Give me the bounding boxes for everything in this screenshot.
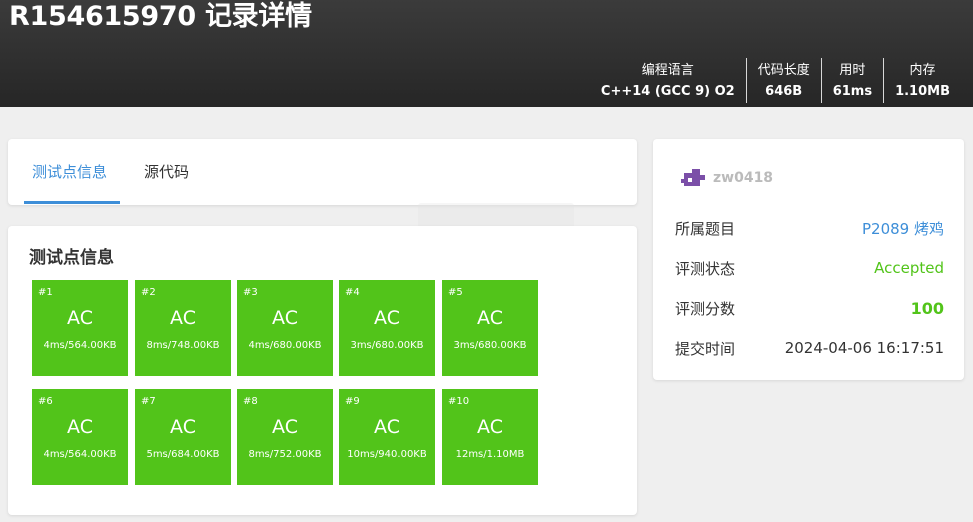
tab-testcases[interactable]: 测试点信息 [32, 139, 107, 205]
testcase-result: AC [477, 307, 503, 329]
testcase-tile[interactable]: #9 AC 10ms/940.00KB [339, 389, 435, 485]
record-info-card: zw0418 所属题目 P2089 烤鸡 评测状态 Accepted 评测分数 … [653, 139, 964, 380]
testcase-result: AC [67, 307, 93, 329]
submit-time-value: 2024-04-06 16:17:51 [784, 339, 944, 357]
stat-label: 代码长度 [757, 63, 810, 78]
info-key: 评测分数 [675, 299, 736, 318]
section-title: 测试点信息 [29, 248, 114, 268]
testcase-info: 12ms/1.10MB [455, 449, 525, 460]
testcase-result: AC [374, 416, 400, 438]
testcase-tile[interactable]: #3 AC 4ms/680.00KB [237, 280, 333, 376]
stat-value: 1.10MB [895, 84, 950, 99]
testcase-number: #2 [141, 287, 156, 298]
testcase-info: 4ms/564.00KB [43, 449, 117, 460]
user-info[interactable]: zw0418 [681, 167, 773, 189]
problem-link[interactable]: P2089 烤鸡 [862, 218, 944, 239]
info-key: 提交时间 [675, 339, 736, 358]
info-row-status: 评测状态 Accepted [675, 256, 944, 280]
stat-value: C++14 (GCC 9) O2 [600, 84, 735, 99]
testcase-result: AC [67, 416, 93, 438]
info-row-score: 评测分数 100 [675, 296, 944, 320]
testcase-number: #8 [243, 396, 258, 407]
testcase-info: 4ms/564.00KB [43, 340, 117, 351]
testcase-info: 5ms/684.00KB [146, 449, 220, 460]
info-key: 评测状态 [675, 259, 736, 278]
testcases-card: 测试点信息 #1 AC 4ms/564.00KB #2 AC 8ms/748.0… [8, 226, 637, 515]
testcase-info: 3ms/680.00KB [453, 340, 527, 351]
testcase-info: 4ms/680.00KB [248, 340, 322, 351]
score-value: 100 [910, 298, 944, 318]
testcase-tile[interactable]: #4 AC 3ms/680.00KB [339, 280, 435, 376]
testcase-number: #7 [141, 396, 156, 407]
testcase-result: AC [272, 307, 298, 329]
record-stats: 编程语言 C++14 (GCC 9) O2 代码长度 646B 用时 61ms … [601, 58, 961, 103]
testcase-number: #3 [243, 287, 258, 298]
testcase-tile[interactable]: #7 AC 5ms/684.00KB [135, 389, 231, 485]
page-header: R154615970 记录详情 编程语言 C++14 (GCC 9) O2 代码… [0, 0, 973, 107]
stat-label: 用时 [839, 63, 866, 78]
username-link[interactable]: zw0418 [713, 170, 773, 186]
tab-source-code[interactable]: 源代码 [144, 139, 189, 205]
stat-value: 61ms [832, 84, 873, 99]
testcase-tile[interactable]: #5 AC 3ms/680.00KB [442, 280, 538, 376]
stat-code-length: 代码长度 646B [745, 58, 821, 103]
testcase-tile[interactable]: #1 AC 4ms/564.00KB [32, 280, 128, 376]
stat-label: 编程语言 [641, 63, 694, 78]
testcase-tile[interactable]: #2 AC 8ms/748.00KB [135, 280, 231, 376]
testcase-number: #5 [448, 287, 463, 298]
stat-value: 646B [765, 84, 803, 99]
testcase-result: AC [170, 416, 196, 438]
testcase-result: AC [272, 416, 298, 438]
info-key: 所属题目 [675, 219, 736, 238]
active-tab-indicator [24, 201, 120, 204]
stat-language: 编程语言 C++14 (GCC 9) O2 [601, 58, 746, 103]
testcase-result: AC [477, 416, 503, 438]
page-title: R154615970 记录详情 [9, 1, 312, 32]
testcase-number: #1 [38, 287, 53, 298]
info-row-problem: 所属题目 P2089 烤鸡 [675, 216, 944, 240]
testcase-tile[interactable]: #8 AC 8ms/752.00KB [237, 389, 333, 485]
testcase-result: AC [170, 307, 196, 329]
testcase-info: 8ms/748.00KB [146, 340, 220, 351]
testcase-number: #9 [345, 396, 360, 407]
testcase-tile[interactable]: #6 AC 4ms/564.00KB [32, 389, 128, 485]
testcase-number: #10 [448, 396, 470, 407]
stat-label: 内存 [909, 63, 936, 78]
testcase-number: #6 [38, 396, 53, 407]
testcase-result: AC [374, 307, 400, 329]
testcase-info: 3ms/680.00KB [350, 340, 424, 351]
tabs-card: 测试点信息 源代码 [8, 139, 637, 205]
status-value: Accepted [874, 259, 944, 277]
testcase-info: 8ms/752.00KB [248, 449, 322, 460]
stat-time: 用时 61ms [820, 58, 883, 103]
info-row-submit-time: 提交时间 2024-04-06 16:17:51 [675, 336, 944, 360]
testcase-number: #4 [345, 287, 360, 298]
testcase-info: 10ms/940.00KB [347, 449, 427, 460]
stat-memory: 内存 1.10MB [883, 58, 961, 103]
user-avatar-icon[interactable] [681, 167, 707, 189]
testcase-tile[interactable]: #10 AC 12ms/1.10MB [442, 389, 538, 485]
